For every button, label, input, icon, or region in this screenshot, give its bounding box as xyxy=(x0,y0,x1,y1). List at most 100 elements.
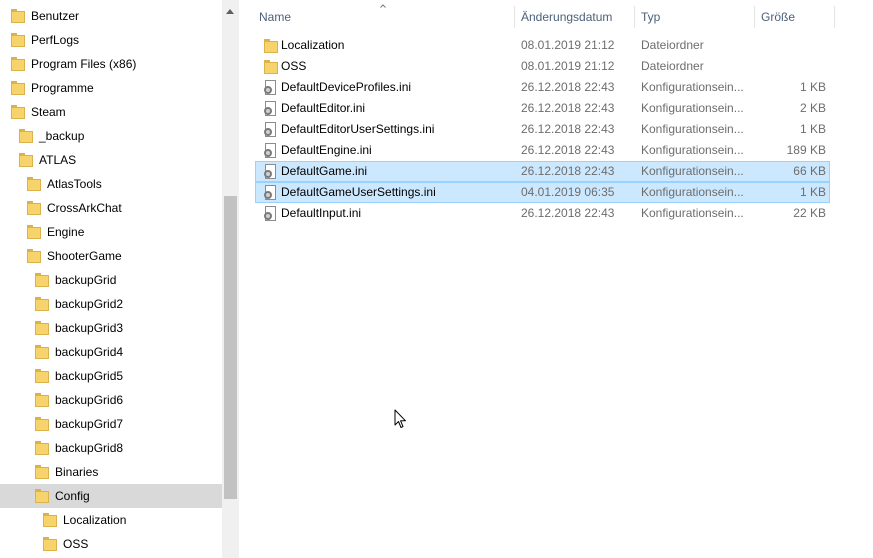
folder-icon xyxy=(35,465,49,479)
file-type: Konfigurationsein... xyxy=(641,122,744,136)
nav-item-label: backupGrid xyxy=(55,273,117,287)
navigation-scrollbar[interactable] xyxy=(222,0,239,558)
nav-item[interactable]: backupGrid6 xyxy=(0,388,222,412)
file-size: 22 KB xyxy=(793,206,826,220)
file-size: 66 KB xyxy=(793,164,826,178)
nav-item-label: AtlasTools xyxy=(47,177,102,191)
file-modified-date: 26.12.2018 22:43 xyxy=(521,164,615,178)
mouse-cursor-icon xyxy=(394,409,406,428)
nav-item-label: backupGrid8 xyxy=(55,441,124,455)
folder-icon xyxy=(27,225,41,239)
navigation-pane: Benutzer PerfLogs Program Files (x86) Progr… xyxy=(0,0,222,558)
nav-item-label: ATLAS xyxy=(39,153,77,167)
nav-item[interactable]: backupGrid xyxy=(0,268,222,292)
file-row[interactable]: DefaultDeviceProfiles.ini 26.12.2018 22:4… xyxy=(255,77,830,98)
file-name: DefaultInput.ini xyxy=(281,206,362,220)
nav-item-label: _backup xyxy=(39,129,85,143)
folder-icon xyxy=(27,249,41,263)
file-row[interactable]: DefaultGameUserSettings.ini 04.01.2019 06… xyxy=(255,182,830,203)
folder-icon xyxy=(43,513,57,527)
folder-icon xyxy=(35,441,49,455)
file-size: 1 KB xyxy=(799,122,826,136)
nav-item[interactable]: backupGrid7 xyxy=(0,412,222,436)
scroll-up-arrow-icon[interactable] xyxy=(226,9,234,14)
folder-icon xyxy=(11,81,25,95)
file-name: DefaultDeviceProfiles.ini xyxy=(281,80,412,94)
folder-icon xyxy=(27,201,41,215)
file-name: DefaultGameUserSettings.ini xyxy=(281,185,436,199)
file-row[interactable]: OSS 08.01.2019 21:12 Dateiordner xyxy=(255,56,830,77)
folder-icon xyxy=(11,9,25,23)
file-row[interactable]: Localization 08.01.2019 21:12 Dateiordner xyxy=(255,35,830,56)
file-name: DefaultGame.ini xyxy=(281,164,368,178)
file-type: Konfigurationsein... xyxy=(641,185,744,199)
nav-item-label: Config xyxy=(55,489,90,503)
nav-item[interactable]: Engine xyxy=(0,220,222,244)
file-modified-date: 26.12.2018 22:43 xyxy=(521,206,615,220)
file-type: Dateiordner xyxy=(641,38,704,52)
nav-item-label: Program Files (x86) xyxy=(31,57,137,71)
nav-item-label: OSS xyxy=(63,537,89,551)
nav-item-label: ShooterGame xyxy=(47,249,122,263)
nav-item[interactable]: ATLAS xyxy=(0,148,222,172)
folder-icon xyxy=(35,297,49,311)
file-name: OSS xyxy=(281,59,307,73)
file-name: DefaultEditor.ini xyxy=(281,101,366,115)
nav-item[interactable]: backupGrid8 xyxy=(0,436,222,460)
column-header-type[interactable]: Typ xyxy=(635,6,755,28)
nav-item[interactable]: backupGrid3 xyxy=(0,316,222,340)
file-row[interactable]: DefaultInput.ini 26.12.2018 22:43 Konfigur… xyxy=(255,203,830,224)
file-list: Name Änderungsdatum Typ Größe Localizati… xyxy=(239,0,873,558)
nav-item-label: Steam xyxy=(31,105,66,119)
column-header-modified[interactable]: Änderungsdatum xyxy=(515,6,635,28)
file-row[interactable]: DefaultEditorUserSettings.ini 26.12.2018 … xyxy=(255,119,830,140)
file-name: Localization xyxy=(281,38,345,52)
nav-item-label: backupGrid3 xyxy=(55,321,124,335)
nav-item-label: Programme xyxy=(31,81,94,95)
nav-item[interactable]: backupGrid5 xyxy=(0,364,222,388)
nav-item[interactable]: OSS xyxy=(0,532,222,556)
file-size: 2 KB xyxy=(799,101,826,115)
nav-item[interactable]: Program Files (x86) xyxy=(0,52,222,76)
folder-icon xyxy=(35,417,49,431)
column-header-name[interactable]: Name xyxy=(253,6,515,28)
file-type: Dateiordner xyxy=(641,59,704,73)
nav-item-label: backupGrid5 xyxy=(55,369,124,383)
folder-icon xyxy=(35,393,49,407)
file-modified-date: 26.12.2018 22:43 xyxy=(521,101,615,115)
nav-item[interactable]: Steam xyxy=(0,100,222,124)
nav-item[interactable]: ShooterGame xyxy=(0,244,222,268)
nav-item[interactable]: Binaries xyxy=(0,460,222,484)
nav-item[interactable]: Localization xyxy=(0,508,222,532)
file-modified-date: 26.12.2018 22:43 xyxy=(521,80,615,94)
nav-item[interactable]: Benutzer xyxy=(0,4,222,28)
nav-item-label: Binaries xyxy=(55,465,99,479)
nav-item[interactable]: Programme xyxy=(0,76,222,100)
nav-item[interactable]: AtlasTools xyxy=(0,172,222,196)
file-size: 189 KB xyxy=(786,143,826,157)
folder-icon xyxy=(35,321,49,335)
nav-item[interactable]: backupGrid4 xyxy=(0,340,222,364)
file-row[interactable]: DefaultEngine.ini 26.12.2018 22:43 Konfigu… xyxy=(255,140,830,161)
nav-item-label: backupGrid6 xyxy=(55,393,124,407)
file-modified-date: 04.01.2019 06:35 xyxy=(521,185,615,199)
file-row[interactable]: DefaultEditor.ini 26.12.2018 22:43 Konfigu… xyxy=(255,98,830,119)
nav-item-label: Engine xyxy=(47,225,85,239)
folder-icon xyxy=(35,345,49,359)
nav-item[interactable]: Config xyxy=(0,484,222,508)
file-row[interactable]: DefaultGame.ini 26.12.2018 22:43 Konfigura… xyxy=(255,161,830,182)
nav-item[interactable]: backupGrid2 xyxy=(0,292,222,316)
folder-icon xyxy=(19,153,33,167)
file-type: Konfigurationsein... xyxy=(641,80,744,94)
nav-item[interactable]: PerfLogs xyxy=(0,28,222,52)
scrollbar-thumb[interactable] xyxy=(224,196,237,499)
column-header-size[interactable]: Größe xyxy=(755,6,835,28)
column-header-row: Name Änderungsdatum Typ Größe xyxy=(239,6,835,28)
file-modified-date: 26.12.2018 22:43 xyxy=(521,143,615,157)
folder-icon xyxy=(35,489,49,503)
nav-item[interactable]: _backup xyxy=(0,124,222,148)
nav-item[interactable]: CrossArkChat xyxy=(0,196,222,220)
file-name: DefaultEditorUserSettings.ini xyxy=(281,122,435,136)
nav-item-label: backupGrid2 xyxy=(55,297,124,311)
nav-item-label: backupGrid7 xyxy=(55,417,124,431)
